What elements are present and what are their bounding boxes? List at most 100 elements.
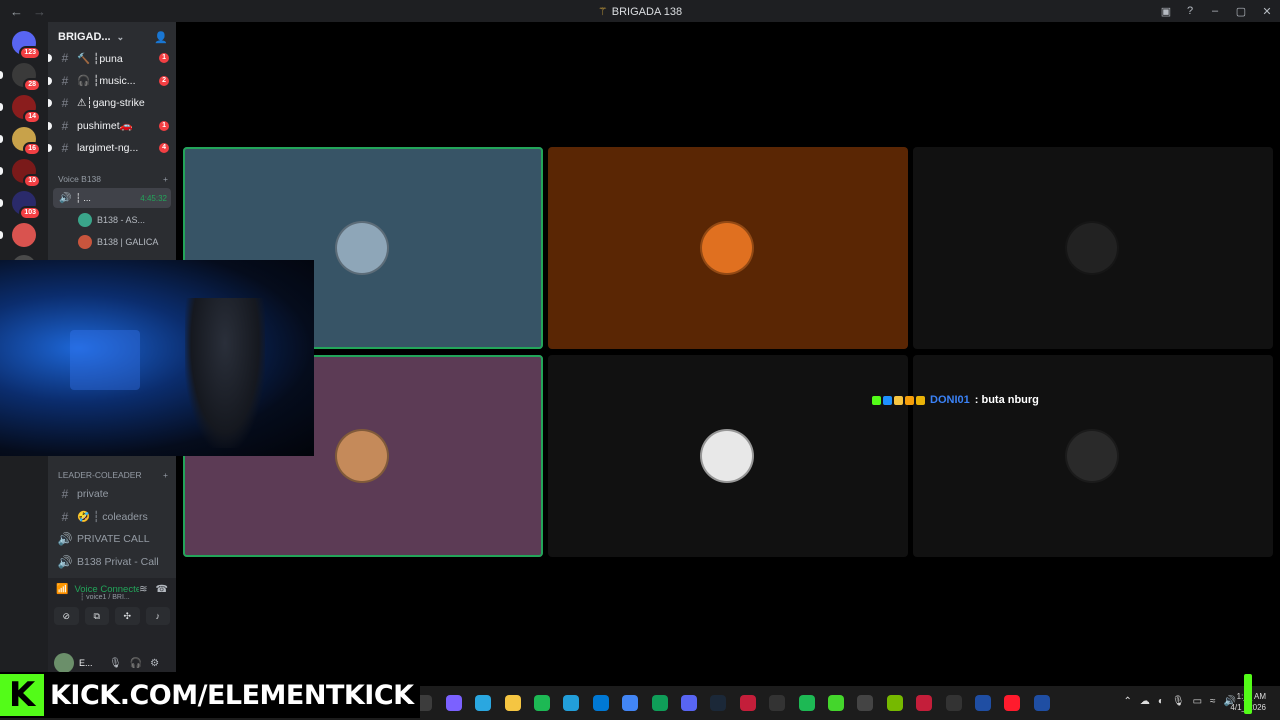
taskbar-app-icon[interactable] <box>710 695 727 711</box>
server-icon[interactable]: 14 <box>12 95 41 124</box>
camera-off-button[interactable]: ⊘ <box>54 607 79 625</box>
channel-item[interactable]: # pushimet🚗 1 <box>48 116 173 136</box>
soundboard-button[interactable]: ♪ <box>145 607 170 625</box>
server-icon[interactable]: 28 <box>12 63 41 92</box>
taskbar-app-icon[interactable] <box>828 695 844 711</box>
taskbar-app-icon[interactable] <box>1004 695 1021 711</box>
video-tile[interactable] <box>548 147 908 349</box>
voice-user-name: B138 - AS... <box>97 215 146 225</box>
server-icon[interactable] <box>12 223 36 247</box>
taskbar-app-icon[interactable] <box>534 695 550 711</box>
window-title: ⚚ BRIGADA 138 <box>0 5 1280 18</box>
video-tile[interactable] <box>913 147 1273 349</box>
participant-avatar <box>335 221 389 275</box>
video-stage <box>176 22 1280 686</box>
headphones-icon[interactable]: 🎧 <box>130 658 142 669</box>
inbox-icon[interactable]: ▣ <box>1154 5 1178 18</box>
server-icon[interactable]: 10 <box>12 159 41 188</box>
taskbar-app-icon[interactable] <box>622 695 639 711</box>
channel-item[interactable]: 🔊 B138 Privat - Call <box>53 552 173 572</box>
server-logo-icon: ⚚ <box>597 5 608 18</box>
taskbar-app-icon[interactable] <box>857 695 874 711</box>
forward-icon[interactable]: → <box>33 4 46 19</box>
stream-banner: K KICK.COM/ELEMENTKICK <box>0 672 420 718</box>
add-channel-icon[interactable]: + <box>163 470 168 480</box>
title-bar: ← → ⚚ BRIGADA 138 ▣ ? – ▢ ✕ <box>0 0 1280 22</box>
unread-dot <box>48 121 52 130</box>
hashtag-icon: # <box>61 118 69 133</box>
hashtag-icon: # <box>61 51 69 65</box>
channel-item[interactable]: # 🎧 ┆music... 2 <box>48 71 173 91</box>
maximize-button[interactable]: ▢ <box>1228 5 1254 18</box>
server-icon[interactable]: 16 <box>12 127 41 156</box>
video-tile[interactable] <box>548 355 908 557</box>
unread-count: 4 <box>159 143 169 153</box>
avatar[interactable] <box>54 653 74 673</box>
leader-category-label: LEADER-COLEADER <box>58 470 142 480</box>
taskbar-app-icon[interactable] <box>563 695 580 711</box>
taskbar-app-icon[interactable] <box>504 695 521 711</box>
disconnect-icon[interactable]: ☎ <box>156 584 168 595</box>
channel-item[interactable]: # largimet-ng... 4 <box>48 138 173 158</box>
taskbar-app-icon[interactable] <box>975 695 991 711</box>
add-user-icon[interactable]: 👤 <box>154 31 168 44</box>
voice-category[interactable]: Voice B138 + <box>58 174 168 184</box>
server-icon[interactable]: 123 <box>12 31 41 60</box>
close-button[interactable]: ✕ <box>1254 5 1280 18</box>
gear-icon[interactable]: ⚙ <box>150 658 159 669</box>
help-icon[interactable]: ? <box>1178 5 1202 17</box>
taskbar-app-icon[interactable] <box>651 695 668 711</box>
unread-count: 1 <box>159 120 169 131</box>
display-icon[interactable]: ▭ <box>1193 696 1202 707</box>
channel-item[interactable]: 🔊 PRIVATE CALL <box>53 529 173 549</box>
speaker-icon: 🔊 <box>59 192 72 204</box>
add-channel-icon[interactable]: + <box>163 174 168 184</box>
mention-badge: 16 <box>23 142 41 156</box>
badge-icon <box>872 395 881 405</box>
unread-dot <box>48 99 52 107</box>
taskbar-app-icon[interactable] <box>475 695 492 711</box>
taskbar-app-icon[interactable] <box>739 695 756 711</box>
taskbar-app-icon[interactable] <box>945 695 962 711</box>
minimize-button[interactable]: – <box>1202 5 1228 17</box>
mention-badge: 14 <box>23 110 41 124</box>
unread-count: 2 <box>159 75 169 86</box>
mention-badge: 10 <box>23 174 41 188</box>
channel-item[interactable]: # ⚠┆gang-strike <box>48 93 173 113</box>
noise-suppression-icon[interactable]: ≋ <box>139 584 147 595</box>
server-icon[interactable]: 103 <box>12 191 41 220</box>
badge-icon <box>883 395 892 405</box>
taskbar-app-icon[interactable] <box>798 695 815 711</box>
taskbar-app-icon[interactable] <box>592 695 609 711</box>
microphone-icon[interactable]: 🎙 <box>1172 696 1185 707</box>
taskbar-app-icon[interactable] <box>916 695 933 711</box>
unread-dot <box>48 54 52 62</box>
chevron-up-icon[interactable]: ⌃ <box>1123 696 1131 707</box>
taskbar-app-icon[interactable] <box>1033 695 1050 711</box>
voice-user[interactable]: B138 | GALICA <box>78 232 172 252</box>
leader-category[interactable]: LEADER-COLEADER + <box>58 470 168 480</box>
taskbar-app-icon[interactable] <box>769 695 786 711</box>
taskbar-app-icon[interactable] <box>445 695 462 711</box>
channel-name: 🎧 ┆music... <box>77 75 136 87</box>
participant-avatar <box>700 429 754 483</box>
voice-user[interactable]: B138 - AS... <box>78 210 172 230</box>
network-icon[interactable]: ◐ <box>1158 696 1164 707</box>
channel-item[interactable]: # private <box>53 484 173 504</box>
channel-item[interactable]: # 🤣 ┆ coleaders <box>53 507 173 527</box>
active-voice-channel[interactable]: 🔊 ┆ ... 4:45:32 <box>53 188 171 208</box>
screen-share-button[interactable]: ⧉ <box>84 607 109 625</box>
stream-url: KICK.COM/ELEMENTKICK <box>50 679 414 711</box>
taskbar-app-icon[interactable] <box>681 695 697 711</box>
hashtag-icon: # <box>61 73 69 88</box>
microphone-icon[interactable]: 🎙 <box>109 658 122 669</box>
wifi-icon[interactable]: ≈ <box>1210 696 1216 707</box>
cloud-icon[interactable]: ☁ <box>1140 696 1150 707</box>
taskbar-app-icon[interactable] <box>886 695 903 711</box>
unread-indicator <box>0 71 3 79</box>
back-icon[interactable]: ← <box>10 4 23 19</box>
channel-item[interactable]: # 🔨 ┆puna 1 <box>48 48 173 68</box>
video-tile[interactable] <box>913 355 1273 557</box>
speaker-icon: 🔊 <box>57 554 73 569</box>
activities-button[interactable]: ✣ <box>115 607 140 625</box>
